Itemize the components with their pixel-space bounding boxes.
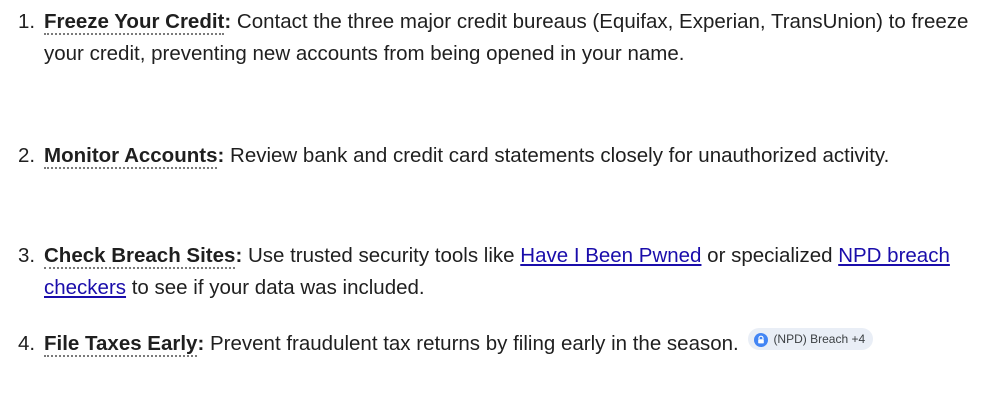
list-item: 4. File Taxes Early: Prevent fraudulent … [18,328,979,360]
list-item: 1. Freeze Your Credit: Contact the three… [18,6,979,70]
item-body: File Taxes Early: Prevent fraudulent tax… [44,328,979,360]
item-text: Prevent fraudulent tax returns by filing… [204,332,739,355]
term-file-taxes-early[interactable]: File Taxes Early [44,332,198,357]
item-text: to see if your data was included. [126,276,425,299]
item-body: Monitor Accounts: Review bank and credit… [44,140,979,172]
item-number: 2. [18,144,36,167]
item-number: 3. [18,244,36,267]
item-text: Review bank and credit card statements c… [224,144,890,167]
lock-icon [754,332,769,347]
tips-list: 1. Freeze Your Credit: Contact the three… [0,0,993,400]
item-text: or specialized [701,244,839,267]
item-body: Freeze Your Credit: Contact the three ma… [44,6,979,70]
list-item: 3. Check Breach Sites: Use trusted secur… [18,240,979,304]
source-chip[interactable]: (NPD) Breach +4 [748,328,874,350]
have-i-been-pwned-link[interactable]: Have I Been Pwned [520,244,701,267]
term-check-breach-sites[interactable]: Check Breach Sites [44,244,236,269]
item-number: 1. [18,10,36,33]
term-freeze-your-credit[interactable]: Freeze Your Credit [44,10,225,35]
item-text: Use trusted security tools like [242,244,521,267]
term-monitor-accounts[interactable]: Monitor Accounts [44,144,218,169]
source-chip-label: (NPD) Breach +4 [773,332,866,346]
list-item: 2. Monitor Accounts: Review bank and cre… [18,140,979,172]
item-body: Check Breach Sites: Use trusted security… [44,240,979,304]
item-number: 4. [18,332,36,355]
